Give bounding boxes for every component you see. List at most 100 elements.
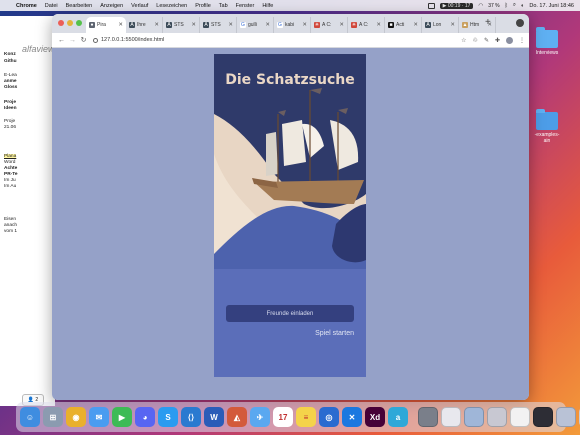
battery-percent[interactable]: 37 % bbox=[488, 3, 499, 9]
close-tab-icon[interactable]: ✕ bbox=[154, 22, 159, 28]
close-window-button[interactable] bbox=[58, 20, 64, 26]
browser-tab[interactable]: A STS ✕ bbox=[163, 17, 200, 33]
new-tab-button[interactable]: + bbox=[485, 17, 491, 28]
dock-window-3-thumbnail[interactable] bbox=[464, 407, 484, 427]
eyedropper-icon[interactable]: ✎ bbox=[484, 37, 489, 44]
dock-window-1-thumbnail[interactable] bbox=[418, 407, 438, 427]
close-tab-icon[interactable]: ✕ bbox=[118, 22, 123, 28]
browser-tab[interactable]: A STS ✕ bbox=[200, 17, 237, 33]
browser-tab[interactable]: ■ Acti ✕ bbox=[385, 17, 422, 33]
menu-item-hilfe[interactable]: Hilfe bbox=[262, 3, 273, 9]
dock-chrome-icon[interactable]: ◉ bbox=[66, 407, 86, 427]
background-app-window: Konz Githu alfaview E-Lea anme Gloss Pro… bbox=[0, 16, 55, 406]
search-icon[interactable]: ⌕ bbox=[513, 2, 516, 9]
dock-launchpad-icon[interactable]: ⊞ bbox=[43, 407, 63, 427]
browser-tab[interactable]: ● Pira ✕ bbox=[86, 17, 126, 33]
recording-time: 00:19 bbox=[447, 2, 461, 9]
menu-item-tab[interactable]: Tab bbox=[219, 3, 228, 9]
bg-line: Gloss bbox=[4, 85, 18, 90]
dock-calendar-icon[interactable]: 17 bbox=[273, 407, 293, 427]
browser-tab[interactable]: Ggulli ✕ bbox=[237, 17, 274, 33]
dock-discord-icon[interactable]: ◕ bbox=[135, 407, 155, 427]
bookmark-star-icon[interactable]: ☆ bbox=[461, 37, 466, 44]
dock-word-icon[interactable]: W bbox=[204, 407, 224, 427]
close-tab-icon[interactable]: ✕ bbox=[228, 22, 233, 28]
menu-item-profile[interactable]: Profile bbox=[195, 3, 211, 9]
menu-app-name[interactable]: Chrome bbox=[16, 3, 37, 9]
bg-line: Proje bbox=[4, 119, 16, 124]
profile-avatar[interactable] bbox=[506, 36, 513, 44]
chrome-menu-icon[interactable]: ⋮ bbox=[519, 37, 525, 44]
dock-window-4-thumbnail[interactable] bbox=[487, 407, 507, 427]
recording-indicator[interactable]: ▶ 00:19 · 17 bbox=[439, 2, 474, 9]
extension-icon[interactable]: ♲ bbox=[473, 37, 478, 44]
bluetooth-icon[interactable]: ᛒ bbox=[505, 3, 508, 9]
dock-adobe-xd-icon[interactable]: Xd bbox=[365, 407, 385, 427]
browser-tab[interactable]: A Ihre ✕ bbox=[126, 17, 163, 33]
desktop-icon-label: Interviews bbox=[535, 50, 559, 56]
dock-skype-icon[interactable]: S bbox=[158, 407, 178, 427]
back-icon[interactable]: ← bbox=[56, 37, 67, 44]
address-bar[interactable]: 127.0.0.1:5500/index.html bbox=[93, 37, 164, 43]
clock[interactable]: Do. 17. Juni 18:46 bbox=[529, 3, 574, 9]
puzzle-extensions-icon[interactable]: ✚ bbox=[495, 37, 500, 44]
invite-friends-button[interactable]: Freunde einladen bbox=[226, 305, 354, 322]
desktop-folder-interviews[interactable]: Interviews bbox=[527, 27, 567, 56]
sea-shape bbox=[214, 269, 366, 377]
forward-icon[interactable]: → bbox=[67, 37, 78, 44]
tab-search-icon[interactable] bbox=[516, 19, 524, 27]
ship-illustration bbox=[214, 54, 366, 377]
menu-bar: Chrome Datei Bearbeiten Anzeigen Verlauf… bbox=[0, 0, 580, 11]
reload-icon[interactable]: ↻ bbox=[78, 36, 89, 44]
browser-toolbar: ← → ↻ 127.0.0.1:5500/index.html ☆ ♲ ✎ ✚ … bbox=[52, 33, 529, 48]
menu-item-lesezeichen[interactable]: Lesezeichen bbox=[156, 3, 187, 9]
minimize-window-button[interactable] bbox=[67, 20, 73, 26]
dock-finder-icon[interactable]: ☺ bbox=[20, 407, 40, 427]
tab-favicon-icon: ● bbox=[89, 22, 95, 28]
dock-alfaview-icon[interactable]: a bbox=[388, 407, 408, 427]
site-info-icon[interactable] bbox=[93, 37, 98, 43]
menu-item-datei[interactable]: Datei bbox=[45, 3, 58, 9]
desktop-folder-examples[interactable]: -examples- ain bbox=[527, 109, 567, 144]
close-tab-icon[interactable]: ✕ bbox=[302, 22, 307, 28]
maximize-window-button[interactable] bbox=[76, 20, 82, 26]
tab-title: Acti bbox=[396, 22, 405, 28]
close-tab-icon[interactable]: ✕ bbox=[376, 22, 381, 28]
dock-notes-icon[interactable]: ≡ bbox=[296, 407, 316, 427]
dock-window-6-thumbnail[interactable] bbox=[533, 407, 553, 427]
tab-favicon-icon: G bbox=[240, 22, 246, 28]
bg-line: Word bbox=[4, 160, 16, 165]
close-tab-icon[interactable]: ✕ bbox=[450, 22, 455, 28]
display-icon[interactable] bbox=[427, 2, 435, 9]
browser-tab[interactable]: Gkabi ✕ bbox=[274, 17, 311, 33]
menu-item-verlauf[interactable]: Verlauf bbox=[131, 3, 148, 9]
close-tab-icon[interactable]: ✕ bbox=[191, 22, 196, 28]
dock-window-2-thumbnail[interactable] bbox=[441, 407, 461, 427]
dock-vscode-icon[interactable]: ⟨⟩ bbox=[181, 407, 201, 427]
dock-sourcetree-icon[interactable]: ◎ bbox=[319, 407, 339, 427]
tab-favicon-icon: A bbox=[425, 22, 431, 28]
dock-window-7-thumbnail[interactable] bbox=[556, 407, 576, 427]
close-tab-icon[interactable]: ✕ bbox=[339, 22, 344, 28]
tab-strip: ● Pira ✕ A Ihre ✕ A STS ✕ A STS ✕ Ggulli ✕ Gkabi ✕ ✳ A C:… bbox=[52, 14, 529, 33]
browser-tab[interactable]: ✳ A C: ✕ bbox=[348, 17, 385, 33]
control-center-icon[interactable]: ◐ bbox=[521, 3, 524, 9]
dock-xcode-icon[interactable]: ✕ bbox=[342, 407, 362, 427]
dock-affinity-icon[interactable]: ◭ bbox=[227, 407, 247, 427]
tab-title: Lon bbox=[433, 22, 442, 28]
close-tab-icon[interactable]: ✕ bbox=[265, 22, 270, 28]
dock-mail-icon[interactable]: ✉ bbox=[89, 407, 109, 427]
sail-shape bbox=[282, 120, 306, 166]
menu-item-fenster[interactable]: Fenster bbox=[236, 3, 255, 9]
dock-window-5-thumbnail[interactable] bbox=[510, 407, 530, 427]
bg-line: Im Ju bbox=[4, 178, 16, 183]
dock-testflight-icon[interactable]: ✈ bbox=[250, 407, 270, 427]
close-tab-icon[interactable]: ✕ bbox=[413, 22, 418, 28]
start-game-link[interactable]: Spiel starten bbox=[315, 330, 354, 337]
wifi-icon[interactable]: ◠ bbox=[478, 3, 483, 9]
menu-item-bearbeiten[interactable]: Bearbeiten bbox=[66, 3, 93, 9]
menu-item-anzeigen[interactable]: Anzeigen bbox=[100, 3, 123, 9]
dock-facetime-icon[interactable]: ▶ bbox=[112, 407, 132, 427]
browser-tab[interactable]: A Lon ✕ bbox=[422, 17, 459, 33]
browser-tab[interactable]: ✳ A C: ✕ bbox=[311, 17, 348, 33]
